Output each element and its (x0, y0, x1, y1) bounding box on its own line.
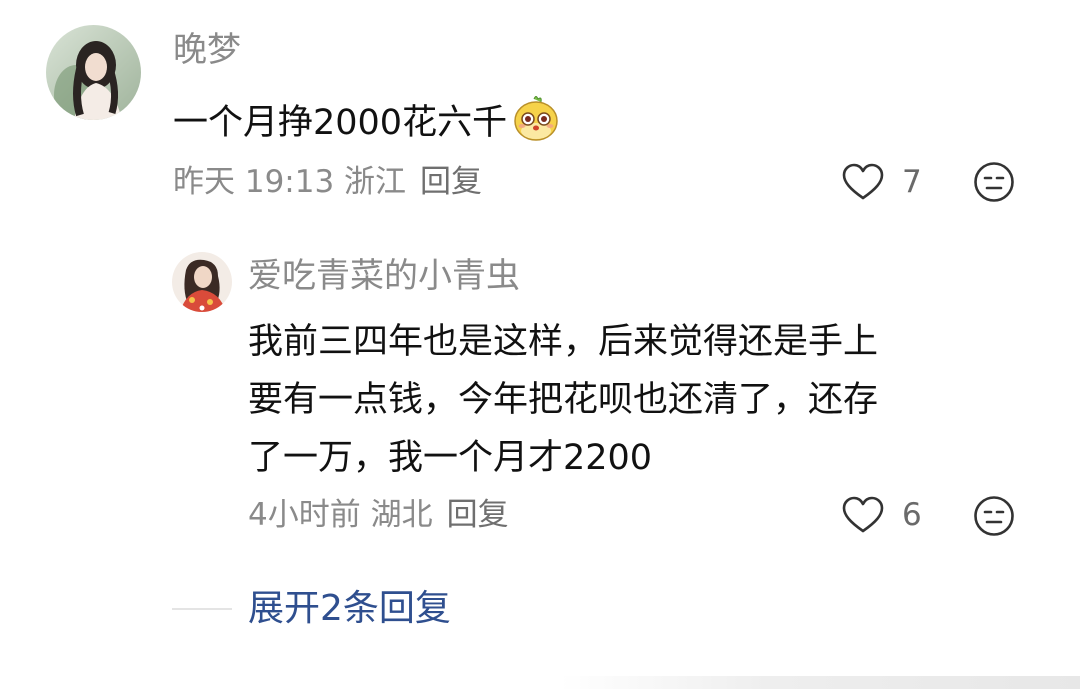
comment-like-button[interactable] (840, 160, 886, 206)
reply-text-line: 了一万，我一个月才2200 (248, 438, 653, 478)
commenter-username[interactable]: 晚梦 (173, 30, 241, 70)
neutral-face-icon (974, 162, 1014, 202)
reply-timestamp-location: 4小时前 湖北 (248, 497, 433, 533)
replier-username[interactable]: 爱吃青菜的小青虫 (248, 256, 520, 296)
bottom-shadow (560, 676, 1080, 689)
comment-meta: 昨天 19:13 浙江 回复 (173, 164, 482, 200)
reply-text-line: 要有一点钱，今年把花呗也还清了，还存 (248, 380, 879, 420)
reply-like-count: 6 (902, 497, 922, 533)
commenter-avatar[interactable] (46, 25, 141, 120)
neutral-face-icon (974, 496, 1014, 536)
comment-text-row: 一个月挣2000花六千 (173, 93, 561, 152)
comment-text: 一个月挣2000花六千 (173, 103, 508, 143)
comment-timestamp-location: 昨天 19:13 浙江 (173, 164, 407, 200)
reply-dislike-button[interactable] (972, 494, 1016, 538)
expand-divider (172, 608, 232, 610)
reply-reply-button[interactable]: 回复 (447, 497, 509, 533)
reply-like-button[interactable] (840, 493, 886, 539)
yellow-blob-sticker-icon (511, 93, 561, 143)
expand-replies-button[interactable]: 展开2条回复 (248, 587, 451, 631)
replier-avatar[interactable] (172, 252, 232, 312)
heart-icon (842, 496, 884, 533)
reply-meta: 4小时前 湖北 回复 (248, 497, 509, 533)
reply-text: 我前三四年也是这样，后来觉得还是手上 要有一点钱，今年把花呗也还清了，还存 了一… (248, 313, 878, 487)
reply-text-line: 我前三四年也是这样，后来觉得还是手上 (248, 322, 879, 362)
comment-dislike-button[interactable] (972, 160, 1016, 204)
heart-icon (842, 163, 884, 200)
comment-reply-button[interactable]: 回复 (420, 164, 482, 200)
comment-like-count: 7 (902, 164, 922, 200)
